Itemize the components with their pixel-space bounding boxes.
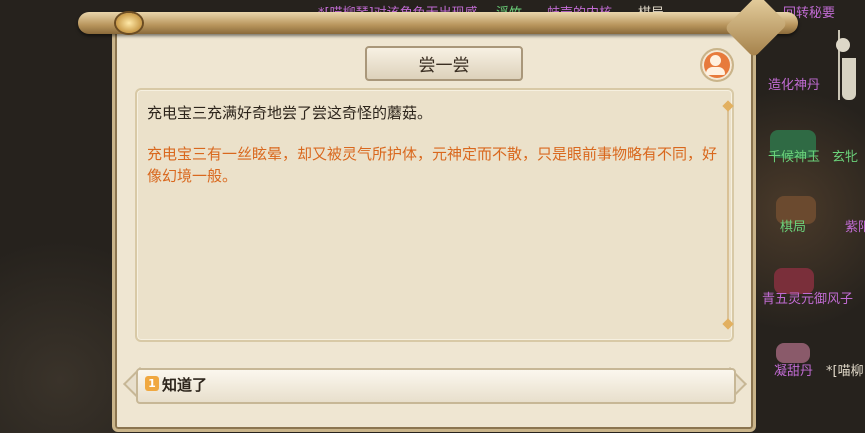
bg-item-label[interactable]: 千候神玉 <box>768 146 820 165</box>
person-icon-body <box>706 67 725 75</box>
bg-item-label[interactable]: 棋局 <box>780 216 806 235</box>
bg-item-label[interactable]: 凝甜丹 <box>774 360 813 379</box>
choice-button-ok[interactable] <box>136 368 736 404</box>
choice-number-badge: 1 <box>145 376 159 391</box>
bg-item-label[interactable]: 紫阳 <box>845 216 865 235</box>
bg-item-label[interactable]: 造化神丹 <box>768 74 820 93</box>
rod-knob-ornament <box>116 13 142 33</box>
story-text-line: 充电宝三充满好奇地尝了尝这奇怪的蘑菇。 <box>147 104 433 122</box>
story-text-panel <box>135 88 734 342</box>
person-icon <box>710 55 721 66</box>
scrollbar-track[interactable] <box>727 104 729 326</box>
bg-item-label[interactable]: 玄牝 <box>832 146 858 165</box>
choice-label[interactable]: 知道了 <box>162 374 207 395</box>
story-text-highlight: 充电宝三有一丝眩晕，却又被灵气所护体，元神定而不散，只是眼前事物略有不同，好像幻… <box>147 145 718 185</box>
bg-item-label[interactable]: 青五灵元御风子 <box>762 288 853 307</box>
tassel-bead <box>836 38 850 52</box>
tassel <box>842 58 856 100</box>
dialog-title: 尝一尝 <box>365 46 523 81</box>
bg-chat-label: *[喵柳 <box>826 364 864 379</box>
scroll-rod <box>78 12 798 34</box>
